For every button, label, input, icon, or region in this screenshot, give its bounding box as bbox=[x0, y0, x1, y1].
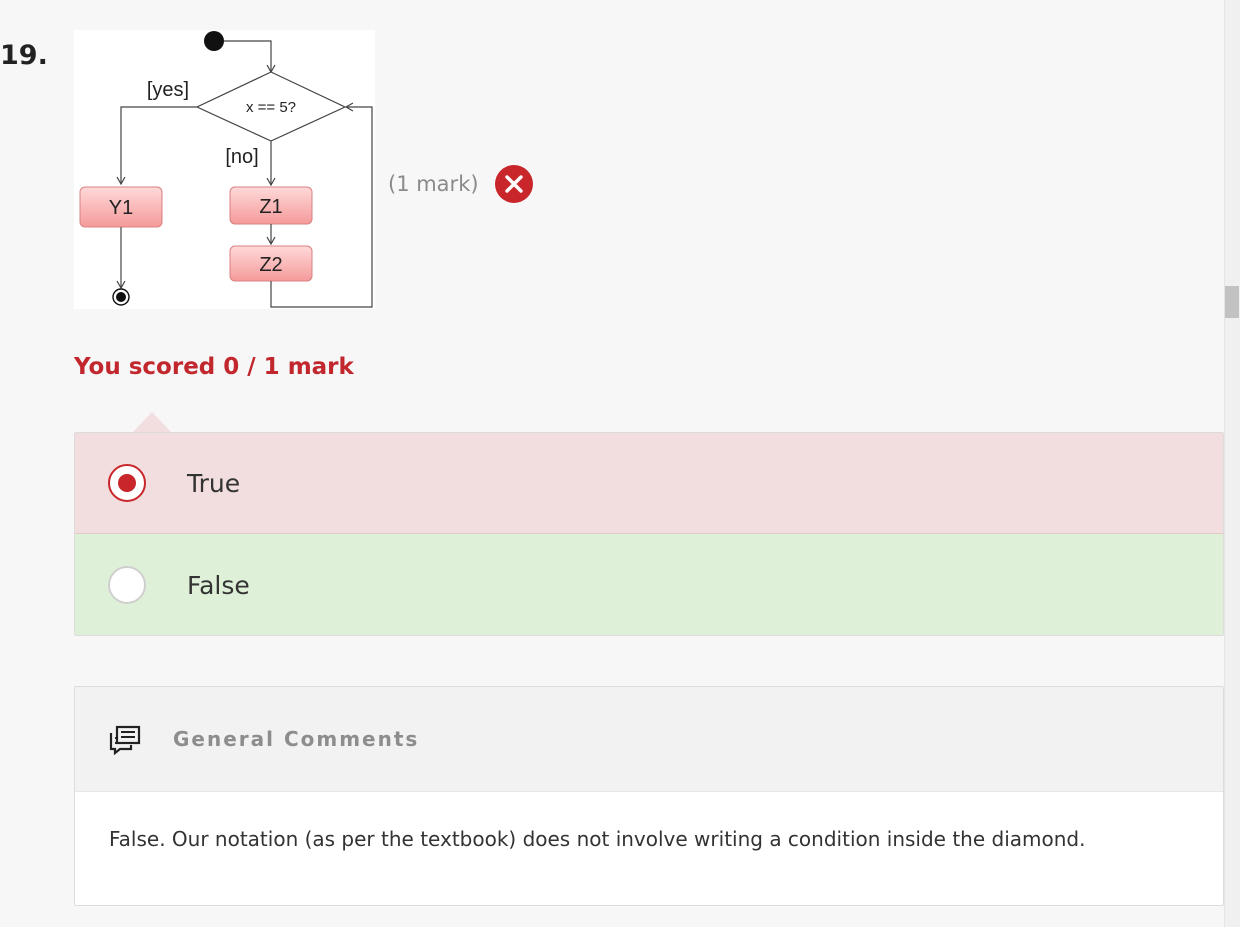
option-true[interactable]: True bbox=[75, 433, 1223, 534]
question-marks: (1 mark) bbox=[388, 172, 479, 196]
node-z2-label: Z2 bbox=[259, 254, 282, 276]
no-label: [no] bbox=[225, 146, 258, 168]
general-comments-text: False. Our notation (as per the textbook… bbox=[109, 827, 1086, 851]
node-y1-label: Y1 bbox=[109, 197, 133, 219]
answer-options: True False bbox=[74, 432, 1224, 636]
initial-node bbox=[204, 31, 224, 51]
radio-selected-dot bbox=[118, 474, 136, 492]
general-comments-panel: General Comments False. Our notation (as… bbox=[74, 686, 1224, 906]
option-false-label: False bbox=[187, 570, 250, 600]
yes-label: [yes] bbox=[147, 79, 189, 101]
page-scrollbar[interactable] bbox=[1224, 0, 1240, 927]
x-circle-icon bbox=[494, 165, 533, 203]
radio-true[interactable] bbox=[108, 464, 146, 502]
question-marks-row: (1 mark) bbox=[388, 165, 533, 203]
score-text: You scored 0 / 1 mark bbox=[74, 354, 354, 380]
option-true-label: True bbox=[187, 468, 241, 498]
general-comments-header: General Comments bbox=[75, 687, 1223, 792]
quiz-review-page: 19. x == 5? [yes] [no] Y1 Z1 Z2 (1 mark)… bbox=[0, 0, 1240, 927]
activity-diagram: x == 5? [yes] [no] Y1 Z1 Z2 bbox=[74, 30, 375, 309]
node-z1-label: Z1 bbox=[259, 196, 282, 218]
radio-false[interactable] bbox=[108, 566, 146, 604]
decision-condition: x == 5? bbox=[246, 99, 296, 116]
option-false[interactable]: False bbox=[75, 534, 1223, 635]
question-number: 19. bbox=[0, 40, 48, 71]
feedback-pointer bbox=[132, 412, 172, 433]
comments-icon bbox=[109, 725, 141, 759]
general-comments-title: General Comments bbox=[173, 727, 420, 751]
scrollbar-thumb[interactable] bbox=[1225, 286, 1239, 318]
